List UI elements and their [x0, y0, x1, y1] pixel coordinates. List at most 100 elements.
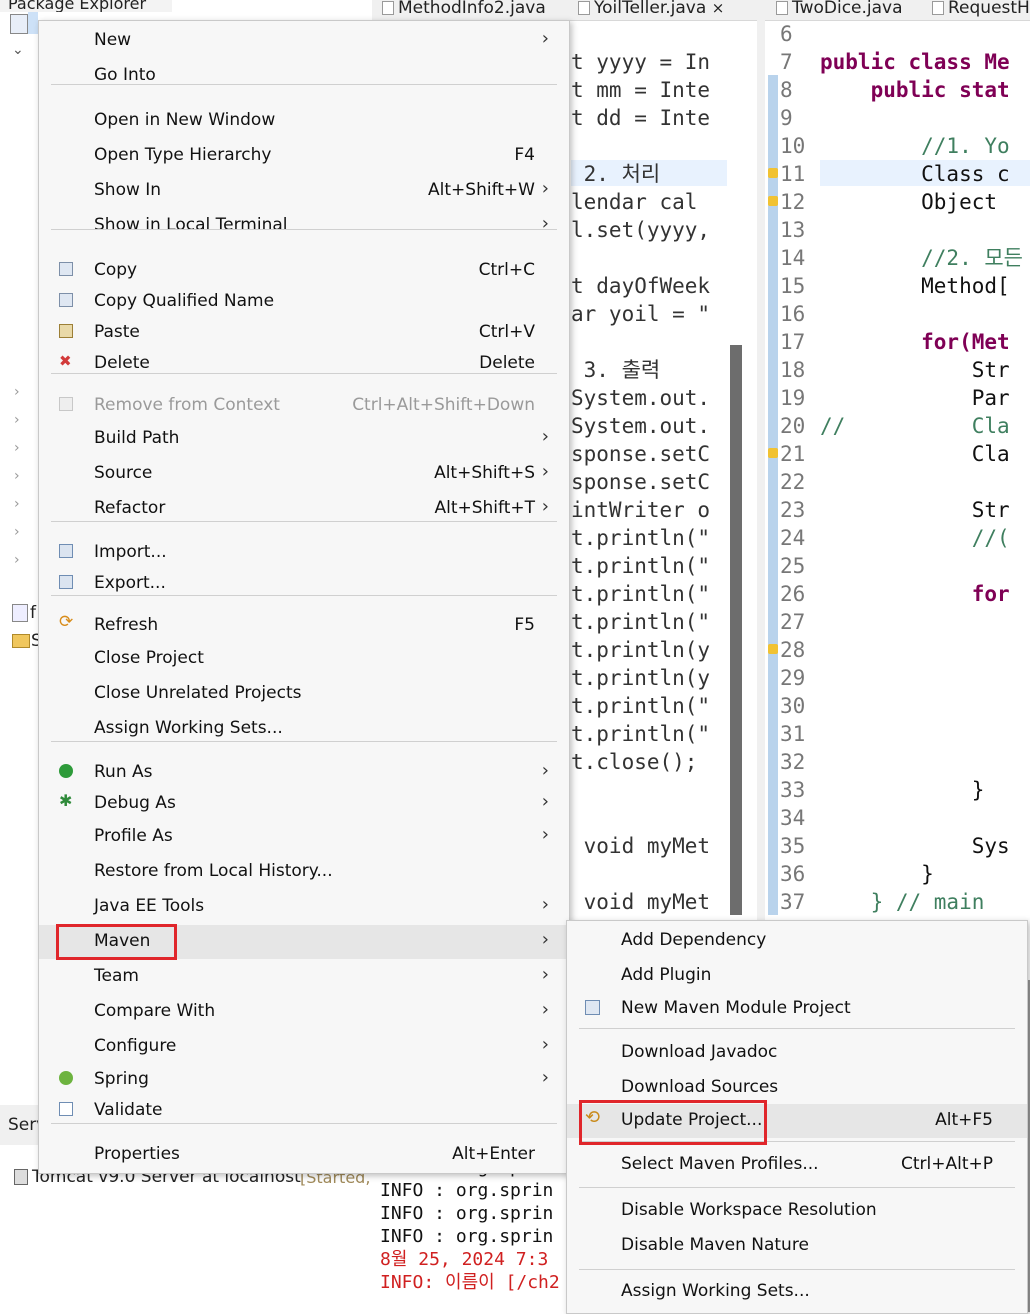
- menu-item-configure[interactable]: Configure ›: [39, 1030, 569, 1064]
- menu-item-copy[interactable]: Copy Ctrl+C: [39, 254, 569, 288]
- project-item-icon: [12, 604, 28, 622]
- menu-item-profile-as[interactable]: Profile As ›: [39, 820, 569, 854]
- code-line: l.set(yyyy,: [571, 218, 711, 242]
- menu-item-open-type-hierarchy[interactable]: Open Type Hierarchy F4: [39, 139, 569, 173]
- menu-item-java-ee-tools[interactable]: Java EE Tools ›: [39, 890, 569, 924]
- menu-item-show-in[interactable]: Show In Alt+Shift+W ›: [39, 174, 569, 208]
- menu-item-shortcut: F4: [514, 145, 535, 165]
- editor-scrollbar-thumb[interactable]: [730, 345, 742, 915]
- menu-item-run-as[interactable]: Run As ›: [39, 756, 569, 790]
- code-line: public stat: [820, 78, 1010, 102]
- menu-item-properties[interactable]: Properties Alt+Enter: [39, 1138, 569, 1172]
- submenu-item-add-dependency[interactable]: Add Dependency: [567, 924, 1027, 958]
- submenu-item-label: New Maven Module Project: [621, 998, 851, 1018]
- menu-item-debug-as[interactable]: ✱ Debug As ›: [39, 787, 569, 821]
- submenu-item-add-plugin[interactable]: Add Plugin: [567, 959, 1027, 993]
- menu-item-close-project[interactable]: Close Project: [39, 642, 569, 676]
- code-line: // Cla: [820, 414, 1010, 438]
- menu-item-shortcut: Alt+Shift+S: [434, 463, 535, 483]
- code-line: Sys: [820, 834, 1010, 858]
- menu-item-remove-from-context[interactable]: Remove from Context Ctrl+Alt+Shift+Down: [39, 389, 569, 423]
- menu-item-label: Close Unrelated Projects: [94, 683, 302, 703]
- maven-module-icon: [585, 1000, 600, 1015]
- menu-item-team[interactable]: Team ›: [39, 960, 569, 994]
- project-item[interactable]: f: [30, 603, 36, 623]
- code-line: Par: [820, 386, 1010, 410]
- menu-item-label: Export...: [94, 573, 166, 593]
- console-line: INFO : org.sprin: [380, 1180, 554, 1201]
- java-file-icon: [932, 1, 944, 15]
- spring-icon: [59, 1071, 73, 1085]
- menu-item-go-into[interactable]: Go Into: [39, 59, 569, 93]
- close-tab-icon[interactable]: ×: [712, 0, 725, 17]
- code-line: public class Me: [820, 50, 1010, 74]
- menu-item-source[interactable]: Source Alt+Shift+S ›: [39, 457, 569, 491]
- menu-item-shortcut: Alt+Shift+T: [434, 498, 535, 518]
- submenu-arrow-icon: ›: [541, 461, 549, 482]
- editor-tab-requesth[interactable]: RequestH: [932, 0, 1030, 20]
- menu-item-label: Build Path: [94, 428, 180, 448]
- submenu-item-select-maven-profiles[interactable]: Select Maven Profiles... Ctrl+Alt+P: [567, 1148, 1027, 1182]
- update-project-highlight-box: [579, 1100, 767, 1145]
- menu-item-close-unrelated-projects[interactable]: Close Unrelated Projects: [39, 677, 569, 711]
- menu-item-shortcut: Alt+Enter: [452, 1144, 535, 1164]
- line-number: 15: [780, 274, 806, 298]
- menu-item-delete[interactable]: ✖ Delete Delete: [39, 347, 569, 381]
- code-line: 2. 처리: [571, 162, 661, 186]
- code-line: }: [820, 862, 934, 886]
- menu-item-compare-with[interactable]: Compare With ›: [39, 995, 569, 1029]
- code-line: Class c: [820, 162, 1010, 186]
- package-explorer-tab[interactable]: Package Explorer: [0, 0, 172, 12]
- menu-item-label: Show in Local Terminal: [94, 215, 288, 235]
- selected-project-row[interactable]: [28, 12, 38, 34]
- refresh-icon: ⟳: [59, 612, 74, 632]
- submenu-item-assign-working-sets[interactable]: Assign Working Sets...: [567, 1275, 1027, 1309]
- line-number: 9: [780, 106, 793, 130]
- menu-item-new[interactable]: New ›: [39, 24, 569, 58]
- editor-tab-yoilteller[interactable]: YoilTeller.java ×: [578, 0, 724, 20]
- submenu-item-new-maven-module-project[interactable]: New Maven Module Project: [567, 992, 1027, 1026]
- submenu-arrow-icon: ›: [541, 999, 549, 1020]
- submenu-item-shortcut: Ctrl+Alt+P: [900, 1154, 993, 1174]
- menu-item-spring[interactable]: Spring ›: [39, 1063, 569, 1097]
- menu-item-paste[interactable]: Paste Ctrl+V: [39, 316, 569, 350]
- menu-separator: [51, 373, 557, 374]
- java-file-icon: [776, 1, 788, 15]
- editor-tab-twodice[interactable]: TwoDice.java: [776, 0, 903, 20]
- menu-separator: [51, 595, 557, 596]
- menu-item-label: Go Into: [94, 65, 156, 85]
- expand-chevron-icon[interactable]: ⌄: [12, 42, 24, 58]
- line-number: 32: [780, 750, 806, 774]
- paste-icon: [59, 324, 73, 338]
- submenu-item-disable-maven-nature[interactable]: Disable Maven Nature: [567, 1229, 1027, 1263]
- validate-icon: [59, 1102, 73, 1116]
- menu-item-label: Refactor: [94, 498, 166, 518]
- submenu-item-label: Add Plugin: [621, 965, 712, 985]
- console-line: INFO : org.sprin: [380, 1226, 554, 1247]
- editor-split-separator: [757, 20, 765, 920]
- menu-item-show-in-local-terminal[interactable]: Show in Local Terminal ›: [39, 209, 569, 243]
- submenu-item-disable-workspace-resolution[interactable]: Disable Workspace Resolution: [567, 1194, 1027, 1228]
- menu-item-restore-from-local-history[interactable]: Restore from Local History...: [39, 855, 569, 889]
- menu-item-label: Remove from Context: [94, 395, 280, 415]
- menu-item-import[interactable]: Import...: [39, 536, 569, 570]
- submenu-item-download-javadoc[interactable]: Download Javadoc: [567, 1036, 1027, 1070]
- line-number: 31: [780, 722, 806, 746]
- console-line: INFO: 이름이 [/ch2: [380, 1272, 560, 1293]
- remove-context-icon: [59, 397, 73, 411]
- line-number: 12: [780, 190, 806, 214]
- code-line: t dd = Inte: [571, 106, 711, 130]
- submenu-arrow-icon: ›: [541, 1067, 549, 1088]
- menu-item-copy-qualified-name[interactable]: Copy Qualified Name: [39, 285, 569, 319]
- menu-item-shortcut: F5: [514, 615, 535, 635]
- editor-tab-methodinfo2[interactable]: MethodInfo2.java: [382, 0, 546, 20]
- menu-item-refresh[interactable]: ⟳ Refresh F5: [39, 609, 569, 643]
- line-number: 18: [780, 358, 806, 382]
- line-number: 21: [780, 442, 806, 466]
- editor-tab-bar: MethodInfo2.java YoilTeller.java × TwoDi…: [372, 0, 1030, 21]
- menu-separator: [579, 1028, 1015, 1029]
- menu-item-open-in-new-window[interactable]: Open in New Window: [39, 104, 569, 138]
- code-line: t dayOfWeek: [571, 274, 711, 298]
- submenu-arrow-icon: ›: [541, 496, 549, 517]
- menu-item-build-path[interactable]: Build Path ›: [39, 422, 569, 456]
